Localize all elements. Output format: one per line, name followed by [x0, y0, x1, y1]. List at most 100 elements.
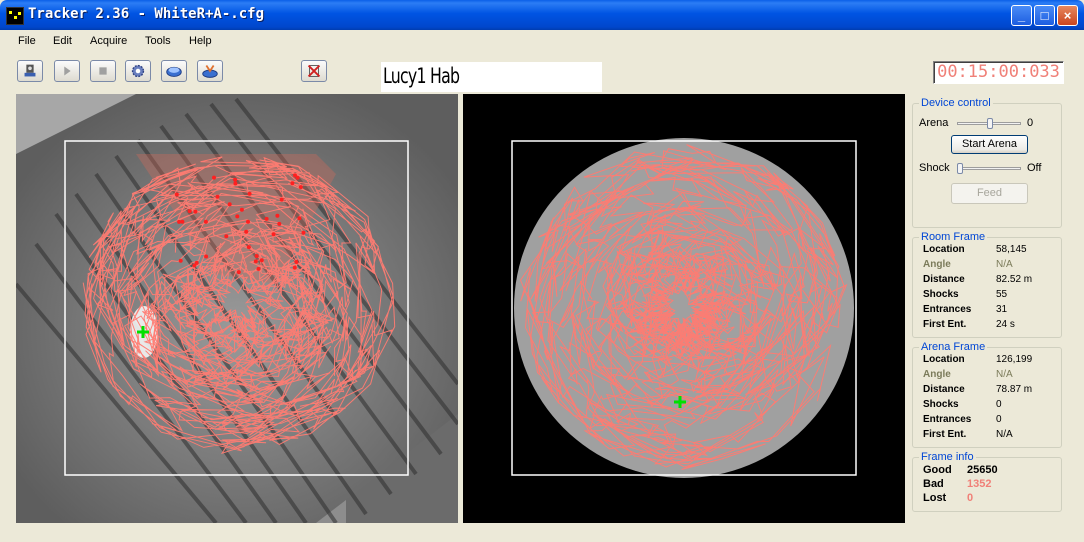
feed-button[interactable]: Feed	[951, 183, 1028, 204]
arena-slider-thumb[interactable]	[987, 118, 993, 129]
lost-frames-row: Lost 0	[923, 492, 974, 504]
stop-icon	[99, 67, 107, 75]
shock-point	[277, 221, 282, 226]
shock-point	[215, 194, 220, 199]
window-title: Tracker 2.36 - WhiteR+A-.cfg	[28, 6, 265, 22]
shock-icon	[202, 65, 218, 78]
shock-point	[275, 213, 280, 218]
play-icon	[64, 66, 71, 76]
bad-frames-row: Bad 1352	[923, 478, 992, 490]
shock-value: Off	[1027, 162, 1042, 174]
room-distance-row: Distance 82.52 m	[923, 274, 1033, 285]
shock-point	[203, 219, 208, 224]
shock-point	[294, 260, 299, 264]
shock-point	[290, 181, 295, 186]
room-frame-group: Room Frame Location 58,145 Angle N/A Dista…	[912, 231, 1062, 338]
cancel-icon	[307, 64, 321, 78]
shock-point	[236, 270, 241, 275]
shock-point	[193, 209, 198, 214]
device-control-title: Device control	[919, 97, 993, 109]
arena-icon	[166, 66, 182, 77]
shock-point	[297, 216, 302, 221]
close-button[interactable]: ×	[1057, 5, 1078, 26]
shock-point	[227, 202, 232, 207]
shock-point	[279, 197, 284, 202]
shock-point	[235, 214, 240, 219]
shock-slider-thumb[interactable]	[957, 163, 963, 174]
arena-value: 0	[1027, 117, 1034, 129]
arena-angle-row: Angle N/A	[923, 369, 1013, 380]
session-label-box: Lucy1 Hab	[381, 62, 602, 92]
shock-point	[301, 230, 306, 235]
shock-point	[233, 177, 238, 182]
shock-point	[178, 258, 183, 263]
arena-button[interactable]	[161, 60, 187, 82]
shock-point	[293, 173, 297, 178]
room-entrances-row: Entrances 31	[923, 304, 1008, 315]
device-control-group: Device control Arena 0 Start Arena Shock…	[912, 97, 1062, 228]
shock-label: Shock	[919, 162, 950, 174]
arena-frame-title: Arena Frame	[919, 341, 988, 353]
shock-point	[264, 216, 269, 221]
elapsed-timer: 00:15:00:033	[933, 61, 1064, 84]
arena-shocks-row: Shocks 0	[923, 399, 1002, 410]
room-location-row: Location 58,145	[923, 244, 1027, 255]
shock-point	[174, 192, 179, 197]
menu-acquire[interactable]: Acquire	[90, 35, 127, 47]
title-bar: Tracker 2.36 - WhiteR+A-.cfg _ □ ×	[0, 0, 1084, 30]
good-frames-row: Good 25650	[923, 464, 998, 476]
settings-button[interactable]	[125, 60, 151, 82]
shock-point	[204, 254, 209, 259]
shock-point	[224, 234, 229, 239]
menu-file[interactable]: File	[18, 35, 36, 47]
shock-point	[259, 258, 264, 263]
arena-label: Arena	[919, 117, 949, 129]
arena-distance-row: Distance 78.87 m	[923, 384, 1033, 395]
shock-button[interactable]	[197, 60, 223, 82]
shock-point	[246, 245, 251, 250]
frame-info-group: Frame info Good 25650 Bad 1352 Lost 0	[912, 451, 1062, 512]
shock-point	[246, 219, 250, 224]
minimize-button[interactable]: _	[1011, 5, 1032, 26]
menu-tools[interactable]: Tools	[145, 35, 171, 47]
menu-edit[interactable]: Edit	[53, 35, 72, 47]
room-view	[16, 94, 458, 523]
camera-icon	[24, 64, 36, 77]
arena-view	[463, 94, 905, 523]
settings-icon	[131, 64, 145, 78]
shock-point	[253, 259, 258, 264]
shock-point	[187, 209, 192, 214]
shock-point	[192, 263, 197, 268]
shock-point	[239, 207, 244, 212]
shock-point	[254, 254, 259, 258]
menu-bar: File Edit Acquire Tools Help	[4, 30, 1080, 52]
shock-point	[271, 232, 276, 237]
shock-point	[247, 191, 252, 196]
app-icon	[6, 7, 24, 25]
room-shocks-row: Shocks 55	[923, 289, 1008, 300]
shock-point	[256, 266, 261, 271]
camera-button[interactable]	[17, 60, 43, 82]
arena-location-row: Location 126,199	[923, 354, 1033, 365]
maximize-button[interactable]: □	[1034, 5, 1055, 26]
arena-frame-group: Arena Frame Location 126,199 Angle N/A Dis…	[912, 341, 1062, 448]
play-button[interactable]	[54, 60, 80, 82]
cancel-button[interactable]	[301, 60, 327, 82]
shock-point	[180, 219, 185, 224]
frame-info-title: Frame info	[919, 451, 976, 463]
arena-entrances-row: Entrances 0	[923, 414, 1002, 425]
session-label: Lucy1 Hab	[383, 64, 460, 88]
room-angle-row: Angle N/A	[923, 259, 1013, 270]
stop-button[interactable]	[90, 60, 116, 82]
room-frame-title: Room Frame	[919, 231, 988, 243]
shock-point	[244, 229, 249, 234]
room-first-entrance-row: First Ent. 24 s	[923, 319, 1015, 330]
shock-slider[interactable]	[957, 167, 1021, 170]
shock-point	[212, 175, 216, 180]
start-arena-button[interactable]: Start Arena	[951, 135, 1028, 154]
arena-first-entrance-row: First Ent. N/A	[923, 429, 1013, 440]
shock-point	[233, 181, 238, 186]
shock-point	[298, 185, 303, 190]
shock-point	[292, 265, 297, 270]
menu-help[interactable]: Help	[189, 35, 212, 47]
